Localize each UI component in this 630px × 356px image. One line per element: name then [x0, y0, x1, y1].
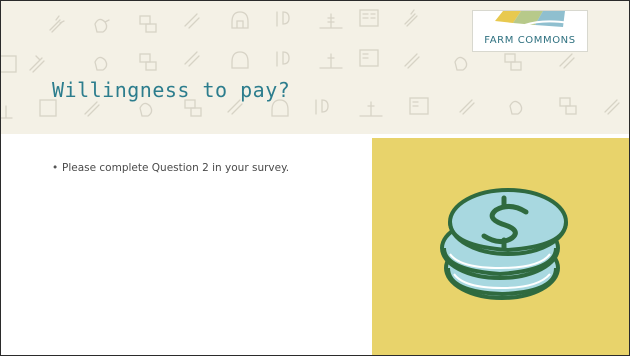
slide-header: Willingness to pay? FARM COMMONS — [0, 0, 630, 134]
illustration-panel — [372, 138, 630, 356]
carrot-icon — [49, 15, 65, 33]
logo-text: FARM COMMONS — [484, 35, 576, 46]
utensils-icon — [315, 99, 329, 115]
sprout-icon — [559, 97, 577, 115]
chicken-icon — [94, 18, 110, 33]
barn-icon — [271, 99, 289, 117]
bullet-marker: • — [52, 162, 59, 174]
barn-icon — [231, 11, 249, 29]
dollar-coin-icon — [440, 188, 568, 300]
carrot-icon — [604, 99, 620, 115]
document-icon — [39, 99, 57, 117]
bullet-item: • Please complete Question 2 in your sur… — [52, 158, 332, 179]
carrot-icon — [459, 99, 475, 115]
sprout-icon — [184, 99, 202, 117]
chicken-icon — [454, 56, 468, 71]
field-icon — [359, 101, 383, 117]
field-icon — [0, 105, 13, 119]
carrot-icon — [404, 9, 418, 27]
document-icon — [0, 55, 17, 73]
document-icon — [359, 9, 379, 27]
document-icon — [359, 49, 379, 67]
carrot-icon — [84, 101, 100, 117]
document-icon — [409, 97, 429, 115]
slide: Willingness to pay? FARM COMMONS • Pleas… — [0, 0, 630, 356]
farm-commons-logo: FARM COMMONS — [472, 10, 588, 52]
carrot-icon — [29, 55, 45, 73]
utensils-icon — [184, 13, 200, 29]
bullet-list: • Please complete Question 2 in your sur… — [52, 158, 332, 179]
utensils-icon — [184, 51, 200, 67]
chicken-icon — [94, 56, 108, 71]
chicken-icon — [139, 102, 153, 117]
field-icon — [319, 13, 343, 29]
sprout-icon — [504, 53, 522, 71]
utensils-icon — [227, 99, 243, 115]
slide-body: • Please complete Question 2 in your sur… — [52, 158, 332, 179]
sprout-icon — [139, 15, 157, 33]
carrot-icon — [404, 53, 420, 69]
field-icon — [319, 53, 343, 69]
utensils-icon — [276, 51, 290, 67]
chicken-icon — [509, 100, 523, 115]
bullet-text: Please complete Question 2 in your surve… — [62, 162, 290, 174]
logo-fields-graphic — [495, 11, 570, 27]
utensils-icon — [276, 11, 290, 27]
sprout-icon — [139, 53, 157, 71]
barn-icon — [231, 51, 249, 69]
utensils-icon — [559, 53, 575, 69]
slide-title: Willingness to pay? — [52, 78, 291, 102]
